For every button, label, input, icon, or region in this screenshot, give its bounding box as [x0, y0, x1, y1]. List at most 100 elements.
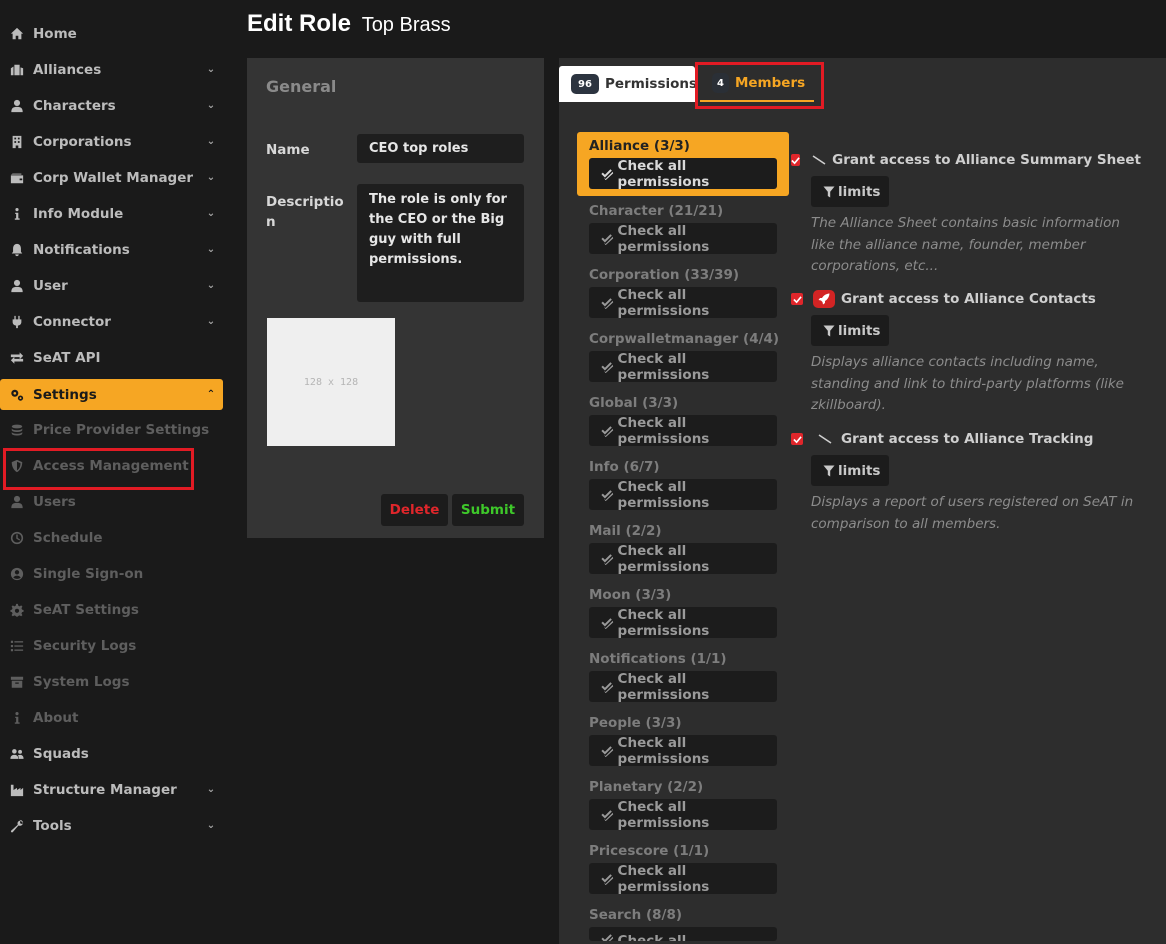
- permission-checkbox[interactable]: [791, 293, 803, 305]
- category-people[interactable]: People (3/3) Check all permissions: [577, 715, 789, 767]
- check-all-label: Check all permissions: [617, 862, 710, 895]
- role-tabs: 96 Permissions 4 Members: [559, 66, 1166, 102]
- category-info[interactable]: Info (6/7) Check all permissions: [577, 459, 789, 511]
- sidebar-item-corporations[interactable]: Corporations ⌄: [0, 126, 223, 157]
- check-all-permissions-button[interactable]: Check all permissions: [589, 222, 777, 255]
- check-all-permissions-button[interactable]: Check all permissions: [589, 670, 777, 703]
- chevron-down-icon: ⌄: [206, 208, 216, 219]
- sidebar-item-characters[interactable]: Characters ⌄: [0, 90, 223, 121]
- info-icon: [0, 711, 33, 725]
- chevron-down-icon: ⌄: [206, 100, 216, 111]
- sidebar-item-security-logs[interactable]: Security Logs: [0, 630, 223, 661]
- sidebar-item-seat-settings[interactable]: SeAT Settings: [0, 594, 223, 625]
- category-planetary[interactable]: Planetary (2/2) Check all permissions: [577, 779, 789, 831]
- category-label: Corpwalletmanager (4/4): [589, 331, 780, 347]
- sidebar-item-users[interactable]: Users: [0, 486, 223, 517]
- chevron-down-icon: ⌄: [206, 820, 216, 831]
- check-all-permissions-button[interactable]: Check all permissions: [589, 287, 777, 319]
- sidebar-item-single-sign-on[interactable]: Single Sign-on: [0, 558, 223, 589]
- permission-checkbox[interactable]: [791, 154, 801, 166]
- sidebar-item-label: Tools: [33, 817, 72, 834]
- role-logo-placeholder[interactable]: 128 x 128: [267, 318, 395, 446]
- sidebar-item-label: Alliances: [33, 61, 102, 78]
- sidebar-item-info-module[interactable]: Info Module ⌄: [0, 198, 223, 229]
- check-all-permissions-button[interactable]: Check all permissions: [589, 735, 777, 767]
- check-all-permissions-button[interactable]: Check all permissions: [589, 927, 777, 941]
- sidebar-item-home[interactable]: Home: [0, 18, 223, 49]
- check-icon: [792, 295, 802, 303]
- check-all-label: Check all permissions: [617, 670, 710, 703]
- category-label: Alliance (3/3): [589, 138, 690, 154]
- category-label: Planetary (2/2): [589, 779, 704, 795]
- category-moon[interactable]: Moon (3/3) Check all permissions: [577, 587, 789, 639]
- sidebar-item-tools[interactable]: Tools ⌄: [0, 810, 223, 841]
- chevron-down-icon: ⌄: [206, 64, 216, 75]
- general-card-title: General: [266, 77, 337, 96]
- building-icon: [0, 135, 33, 149]
- sidebar-item-about[interactable]: About: [0, 702, 223, 733]
- sidebar-item-system-logs[interactable]: System Logs: [0, 666, 223, 697]
- sidebar-item-squads[interactable]: Squads: [0, 738, 223, 769]
- check-all-label: Check all permissions: [617, 933, 687, 941]
- category-notifications[interactable]: Notifications (1/1) Check all permission…: [577, 651, 789, 703]
- check-all-permissions-button[interactable]: Check all permissions: [589, 543, 777, 575]
- check-all-permissions-button[interactable]: Check all permissions: [589, 862, 777, 895]
- category-character[interactable]: Character (21/21) Check all permissions: [577, 203, 789, 255]
- check-all-label: Check all permissions: [617, 222, 710, 255]
- limits-label: limits: [838, 322, 881, 339]
- category-search[interactable]: Search (8/8) Check all permissions: [577, 907, 789, 941]
- sidebar-item-settings[interactable]: Settings ⌃: [0, 379, 223, 410]
- filter-icon: [823, 465, 835, 476]
- bell-icon: [0, 243, 33, 257]
- chevron-down-icon: ⌄: [206, 784, 216, 795]
- category-label: Pricescore (1/1): [589, 843, 710, 859]
- limits-button[interactable]: limits: [811, 315, 889, 346]
- category-corporation[interactable]: Corporation (33/39) Check all permission…: [577, 267, 789, 319]
- limits-button[interactable]: limits: [811, 176, 889, 207]
- sidebar-item-corp-wallet-manager[interactable]: Corp Wallet Manager ⌄: [0, 162, 223, 193]
- category-label: People (3/3): [589, 715, 682, 731]
- sidebar-item-user[interactable]: User ⌄: [0, 270, 223, 301]
- sidebar-item-alliances[interactable]: Alliances ⌄: [0, 54, 223, 85]
- sidebar-item-label: Single Sign-on: [33, 565, 144, 582]
- category-mail[interactable]: Mail (2/2) Check all permissions: [577, 523, 789, 575]
- delete-button[interactable]: Delete: [381, 494, 448, 526]
- chevron-up-icon: ⌃: [206, 389, 216, 400]
- users-icon: [0, 747, 33, 761]
- sidebar-item-price-provider-settings[interactable]: Price Provider Settings: [0, 414, 223, 445]
- submit-button[interactable]: Submit: [452, 494, 524, 526]
- limits-button[interactable]: limits: [811, 455, 889, 486]
- tab-permissions[interactable]: 96 Permissions: [559, 66, 697, 102]
- permission-description: Displays alliance contacts including nam…: [811, 354, 1124, 413]
- check-all-label: Check all permissions: [617, 798, 710, 831]
- permission-checkbox[interactable]: [791, 433, 803, 445]
- description-textarea[interactable]: The role is only for the CEO or the Big …: [357, 184, 524, 302]
- description-label-line-1: Descriptio: [266, 194, 344, 210]
- check-all-permissions-button[interactable]: Check all permissions: [589, 415, 777, 447]
- sidebar-item-structure-manager[interactable]: Structure Manager ⌄: [0, 774, 223, 805]
- category-global[interactable]: Global (3/3) Check all permissions: [577, 395, 789, 447]
- check-all-permissions-button[interactable]: Check all permissions: [589, 606, 777, 639]
- check-all-label: Check all permissions: [617, 606, 710, 639]
- check-all-permissions-button[interactable]: Check all permissions: [589, 798, 777, 831]
- category-corpwalletmanager[interactable]: Corpwalletmanager (4/4) Check all permis…: [577, 331, 789, 383]
- clock-icon: [0, 531, 33, 545]
- sidebar-item-connector[interactable]: Connector ⌄: [0, 306, 223, 337]
- filter-icon: [823, 325, 835, 336]
- name-input[interactable]: CEO top roles: [357, 134, 524, 163]
- check-all-permissions-button[interactable]: Check all permissions: [589, 158, 777, 190]
- rocket-icon: [813, 290, 835, 308]
- info-icon: [0, 207, 33, 221]
- permission-title: Grant access to Alliance Summary Sheet: [832, 152, 1141, 168]
- exchange-icon: [0, 351, 33, 365]
- check-all-permissions-button[interactable]: Check all permissions: [589, 351, 777, 383]
- category-pricescore[interactable]: Pricescore (1/1) Check all permissions: [577, 843, 789, 895]
- sidebar-item-schedule[interactable]: Schedule: [0, 522, 223, 553]
- sidebar-item-label: Corporations: [33, 133, 132, 150]
- industry-icon: [0, 783, 33, 797]
- filter-icon: [823, 186, 835, 197]
- sidebar-item-notifications[interactable]: Notifications ⌄: [0, 234, 223, 265]
- category-alliance[interactable]: Alliance (3/3) Check all permissions: [577, 132, 789, 196]
- sidebar-item-seat-api[interactable]: SeAT API: [0, 342, 223, 373]
- check-all-permissions-button[interactable]: Check all permissions: [589, 479, 777, 511]
